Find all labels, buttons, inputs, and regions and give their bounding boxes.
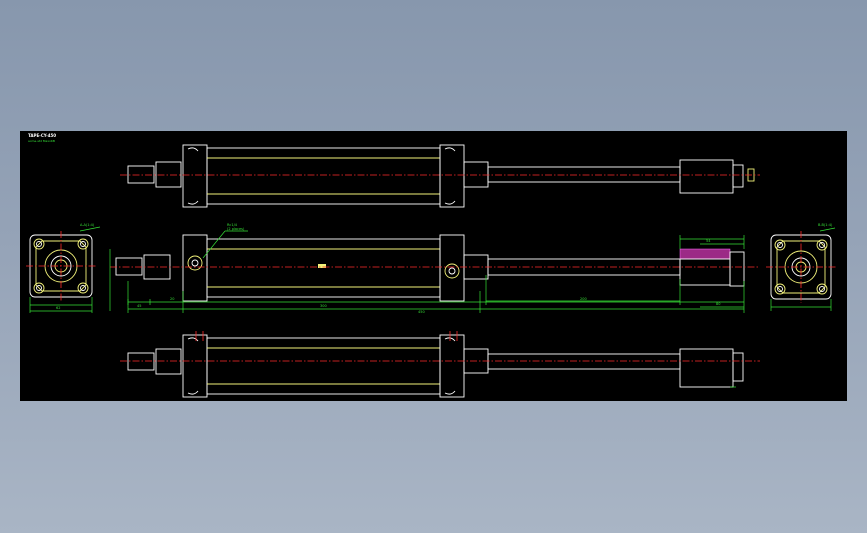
left-end-tag: A-A(1:4)	[80, 223, 95, 227]
hatched-section	[679, 248, 731, 260]
cylinder-drawing: TAPE-CY-450 acme-std MaxxKB Rc1/4 (2 pla…	[26, 133, 836, 398]
dim-left: 45	[137, 304, 141, 308]
dim-end: 80	[716, 302, 720, 306]
dim-rod: 200	[580, 297, 587, 301]
dim-small: 54	[706, 239, 711, 243]
left-end-view: 62 A-A(1:4)	[26, 223, 101, 313]
drawing-subtitle: acme-std MaxxKB	[28, 139, 55, 143]
top-view	[120, 144, 760, 208]
right-end-view: B-B(1:4)	[766, 223, 836, 311]
dim-left2: 20	[170, 297, 174, 301]
dim-body: 300	[320, 304, 327, 308]
dim-total: 450	[418, 310, 425, 314]
dim-end-width-left: 62	[56, 306, 60, 310]
drawing-title: TAPE-CY-450	[28, 133, 56, 138]
port-note-sub: (2 places)	[227, 227, 245, 231]
front-view: Rc1/4 (2 places) 450 300 200 45 20 54 80	[109, 223, 760, 314]
right-end-tag: B-B(1:4)	[818, 223, 833, 227]
bottom-view	[120, 331, 760, 398]
cad-drawing-canvas[interactable]: TAPE-CY-450 acme-std MaxxKB Rc1/4 (2 pla…	[20, 131, 847, 401]
